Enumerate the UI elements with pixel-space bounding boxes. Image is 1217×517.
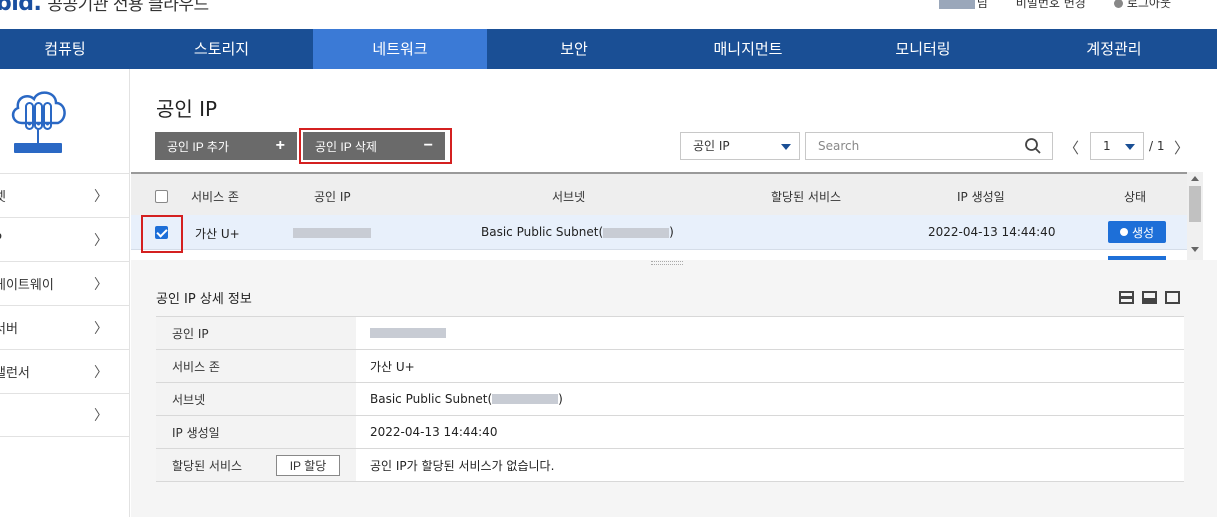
nav-storage[interactable]: 스토리지	[130, 29, 313, 69]
public-ip-table: 서비스 존 공인 IP 서브넷 할당된 서비스 IP 생성일 상태 가산 U+ …	[131, 172, 1217, 260]
brand-logo[interactable]: bld. 공공기관 전용 클라우드	[0, 0, 209, 16]
table-header: 서비스 존 공인 IP 서브넷 할당된 서비스 IP 생성일 상태	[131, 172, 1187, 215]
col-service-zone: 서비스 존	[191, 190, 239, 204]
detail-title: 공인 IP 상세 정보	[156, 292, 252, 307]
col-public-ip: 공인 IP	[314, 190, 351, 204]
chevron-right-icon: 〉	[94, 408, 108, 424]
search-input[interactable]	[806, 133, 1016, 159]
logout-link[interactable]: 로그아웃	[1113, 0, 1171, 11]
network-cloud-icon	[11, 91, 66, 153]
search-box	[805, 132, 1053, 160]
row-subnet: Basic Public Subnet()	[481, 225, 674, 239]
status-badge-partial	[1108, 256, 1166, 260]
nav-computing[interactable]: 컴퓨팅	[0, 29, 130, 69]
status-badge[interactable]: 생성	[1108, 221, 1166, 243]
col-status: 상태	[1124, 190, 1147, 204]
nav-account[interactable]: 계정관리	[1011, 29, 1217, 69]
maximize-panel-icon[interactable]	[1165, 291, 1180, 304]
caret-down-icon	[781, 144, 791, 150]
scroll-thumb[interactable]	[1189, 186, 1201, 222]
caret-down-icon	[1125, 144, 1135, 150]
sidebar-menu: 넷〉 P〉 게이트웨이〉 서버〉 밸런서〉 〉	[0, 173, 130, 437]
chevron-right-icon: 〉	[94, 232, 108, 249]
user-greeting: 님	[938, 0, 988, 11]
brand-name: bld.	[0, 0, 42, 16]
split-panel-icon[interactable]	[1142, 291, 1157, 304]
main-nav: 컴퓨팅 스토리지 네트워크 보안 매니지먼트 모니터링 계정관리	[0, 29, 1217, 69]
sidebar-item-other[interactable]: 〉	[0, 393, 130, 437]
sidebar-item-load-balancer[interactable]: 밸런서〉	[0, 349, 130, 393]
col-assigned-service: 할당된 서비스	[771, 190, 842, 204]
scroll-down-icon[interactable]	[1191, 247, 1199, 252]
search-icon[interactable]	[1024, 137, 1042, 155]
chevron-right-icon: 〉	[94, 364, 108, 381]
sidebar-item-server[interactable]: 서버〉	[0, 305, 130, 349]
detail-row-assigned-service: 할당된 서비스 IP 할당 공인 IP가 할당된 서비스가 없습니다.	[156, 449, 1184, 482]
assign-ip-button[interactable]: IP 할당	[276, 455, 340, 476]
nav-security[interactable]: 보안	[487, 29, 661, 69]
change-password-link[interactable]: 비밀번호 변경	[1016, 0, 1086, 11]
main-content: 공인 IP 공인 IP 추가+ 공인 IP 삭제− 공인 IP 〈 1 / 1 …	[131, 69, 1217, 517]
detail-public-ip-redacted	[356, 317, 1184, 349]
chevron-right-icon: 〉	[94, 188, 108, 205]
chevron-left-icon[interactable]: 〈	[1064, 137, 1079, 158]
sidebar: 넷〉 P〉 게이트웨이〉 서버〉 밸런서〉 〉	[0, 69, 130, 517]
add-public-ip-button[interactable]: 공인 IP 추가 +	[155, 132, 297, 160]
sidebar-item-gateway[interactable]: 게이트웨이〉	[0, 261, 130, 305]
highlight-frame-checkbox	[141, 215, 183, 253]
page-total: / 1	[1149, 139, 1165, 153]
nav-network[interactable]: 네트워크	[313, 29, 487, 69]
col-subnet: 서브넷	[552, 190, 586, 204]
scroll-up-icon[interactable]	[1191, 176, 1199, 181]
plus-icon: +	[275, 137, 285, 154]
col-ip-created: IP 생성일	[957, 190, 1005, 204]
nav-management[interactable]: 매니지먼트	[661, 29, 835, 69]
detail-row-subnet: 서브넷 Basic Public Subnet()	[156, 383, 1184, 416]
sidebar-item-public-ip[interactable]: P〉	[0, 217, 130, 261]
detail-row-created: IP 생성일 2022-04-13 14:44:40	[156, 416, 1184, 449]
minimize-panel-icon[interactable]	[1119, 291, 1134, 304]
top-bar: bld. 공공기관 전용 클라우드 님 비밀번호 변경 로그아웃	[0, 0, 1217, 29]
row-created: 2022-04-13 14:44:40	[928, 225, 1056, 239]
page-select[interactable]: 1	[1090, 132, 1144, 160]
row-public-ip-redacted	[293, 225, 371, 239]
detail-row-zone: 서비스 존 가산 U+	[156, 350, 1184, 383]
chevron-right-icon[interactable]: 〉	[1174, 137, 1189, 158]
user-name-redacted	[938, 0, 975, 9]
filter-select[interactable]: 공인 IP	[680, 132, 800, 160]
sidebar-item-vpc[interactable]: 넷〉	[0, 173, 130, 217]
chevron-right-icon: 〉	[94, 320, 108, 337]
view-toggle	[1119, 291, 1180, 304]
nav-monitoring[interactable]: 모니터링	[835, 29, 1011, 69]
resize-handle[interactable]	[651, 261, 683, 265]
select-all-checkbox[interactable]	[155, 190, 168, 203]
chevron-right-icon: 〉	[94, 276, 108, 293]
page-title: 공인 IP	[156, 97, 218, 121]
detail-table: 공인 IP 서비스 존 가산 U+ 서브넷 Basic Public Subne…	[156, 316, 1184, 482]
brand-subtitle: 공공기관 전용 클라우드	[47, 0, 209, 15]
highlight-frame-delete	[299, 128, 452, 164]
top-links: 님 비밀번호 변경 로그아웃	[938, 0, 1171, 11]
detail-row-public-ip: 공인 IP	[156, 317, 1184, 350]
person-icon	[1113, 0, 1123, 8]
row-zone: 가산 U+	[195, 227, 240, 241]
table-scrollbar[interactable]	[1187, 172, 1203, 260]
status-dot-icon	[1119, 228, 1128, 236]
content-header: 공인 IP 공인 IP 추가+ 공인 IP 삭제− 공인 IP 〈 1 / 1 …	[131, 69, 1217, 172]
table-row[interactable]: 가산 U+ Basic Public Subnet() 2022-04-13 1…	[131, 215, 1187, 250]
